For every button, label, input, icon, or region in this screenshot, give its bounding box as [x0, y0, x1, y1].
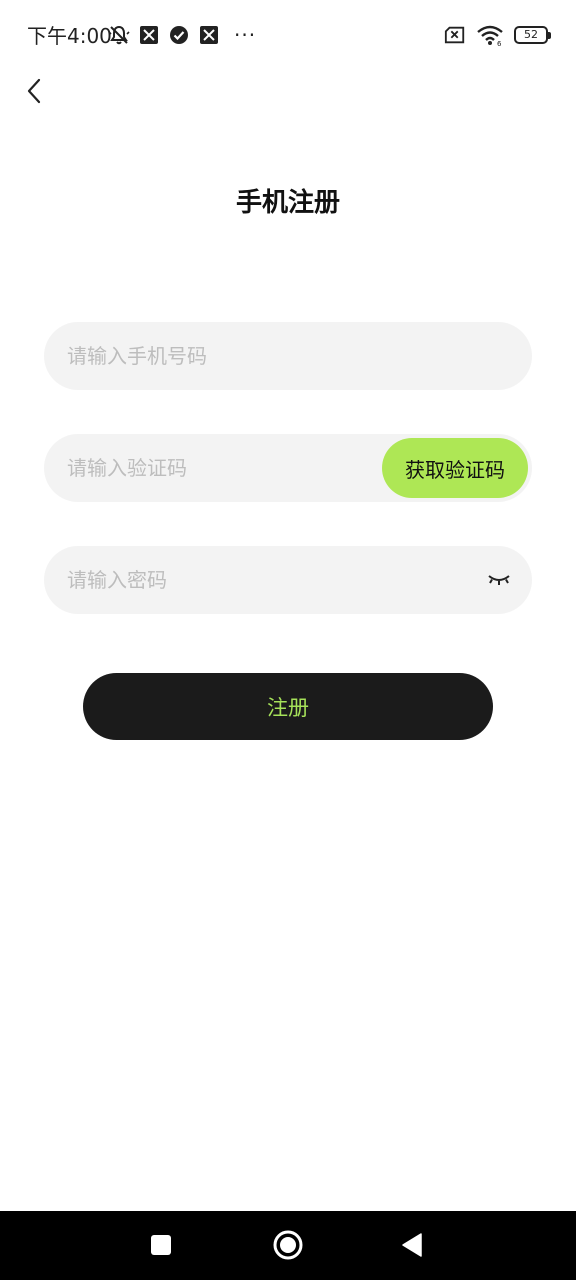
password-input[interactable] — [67, 546, 467, 614]
nav-back-button[interactable] — [394, 1227, 430, 1263]
app-notification-icon — [138, 24, 160, 46]
eye-closed-icon — [488, 575, 510, 585]
battery-icon: 52 — [514, 26, 551, 44]
password-visibility-toggle[interactable] — [486, 568, 512, 592]
check-circle-icon — [168, 24, 190, 46]
home-button[interactable] — [270, 1227, 306, 1263]
status-time: 下午4:00 — [27, 24, 112, 48]
svg-text:6: 6 — [497, 40, 502, 46]
triangle-back-icon — [402, 1233, 422, 1257]
square-icon — [151, 1235, 171, 1255]
password-field — [44, 546, 532, 614]
system-nav-bar — [0, 1211, 576, 1280]
wifi-icon: 6 — [476, 24, 504, 46]
verification-code-field: 获取验证码 — [44, 434, 532, 502]
more-dots-icon: ··· — [234, 23, 257, 47]
verification-code-input[interactable] — [67, 434, 367, 502]
phone-field — [44, 322, 532, 390]
status-left-icons: ··· — [108, 24, 256, 46]
status-right-icons: 6 52 — [444, 24, 551, 46]
phone-input[interactable] — [67, 322, 507, 390]
get-code-button[interactable]: 获取验证码 — [382, 438, 528, 498]
page-title: 手机注册 — [235, 188, 340, 218]
register-button[interactable]: 注册 — [83, 673, 493, 740]
back-button[interactable] — [14, 70, 54, 112]
app-notification-icon — [198, 24, 220, 46]
recents-button[interactable] — [143, 1227, 179, 1263]
circle-home-icon — [273, 1230, 303, 1260]
chevron-left-icon — [27, 78, 41, 104]
bell-off-icon — [108, 24, 130, 46]
sim-off-icon — [444, 24, 466, 46]
status-bar: 下午4:00 ··· 6 52 — [0, 0, 576, 70]
